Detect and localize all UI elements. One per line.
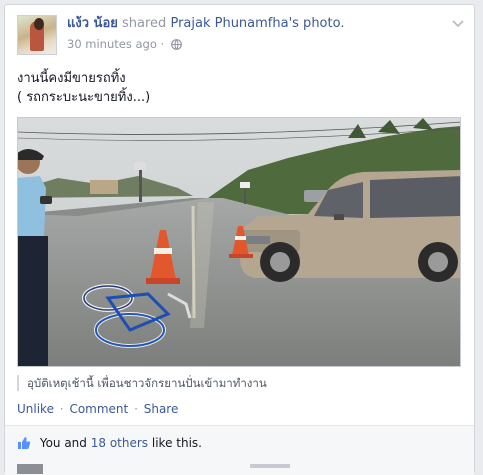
likes-others-link[interactable]: 18 others [91,436,148,450]
photo-owner-link[interactable]: Prajak Phunamfha's photo. [170,16,344,31]
timestamp-link[interactable]: 30 minutes ago [67,37,157,51]
comment-link[interactable]: Comment [69,402,128,416]
story-subline: 30 minutes ago · [67,35,432,55]
thumbs-up-icon [17,436,31,454]
story-headline: แง้ว น้อย shared Prajak Phunamfha's phot… [67,15,432,33]
shared-photo[interactable] [17,117,461,367]
post-message: งานนี้คงมีขายรถทิ้ง ( รถกระบะนะขายทิ้ง..… [17,69,462,107]
globe-icon[interactable] [170,37,182,55]
story-actions: Unlike · Comment · Share [17,402,179,416]
share-link[interactable]: Share [144,402,179,416]
likes-sentence: You and 18 others like this. [17,435,202,454]
post-message-line-1: งานนี้คงมีขายรถทิ้ง [17,71,126,86]
shared-text: shared [122,16,167,31]
likes-suffix: like this. [151,436,202,450]
author-name-link[interactable]: แง้ว น้อย [67,16,118,31]
unlike-link[interactable]: Unlike [17,402,54,416]
comment-avatar-partial [17,464,43,474]
photo-caption: อุบัติเหตุเช้านี้ เพื่อนชาวจักรยานปั่นเข… [17,375,462,391]
story-meta: แง้ว น้อย shared Prajak Phunamfha's phot… [67,15,432,55]
author-avatar[interactable] [17,15,57,55]
ufi-likes-section: You and 18 others like this. [5,425,474,475]
news-feed-story: แง้ว น้อย shared Prajak Phunamfha's phot… [4,4,475,475]
chevron-down-icon[interactable] [450,17,466,31]
likes-prefix: You and [39,436,87,450]
story-header: แง้ว น้อย shared Prajak Phunamfha's phot… [17,15,464,59]
post-message-line-2: ( รถกระบะนะขายทิ้ง...) [17,90,151,105]
